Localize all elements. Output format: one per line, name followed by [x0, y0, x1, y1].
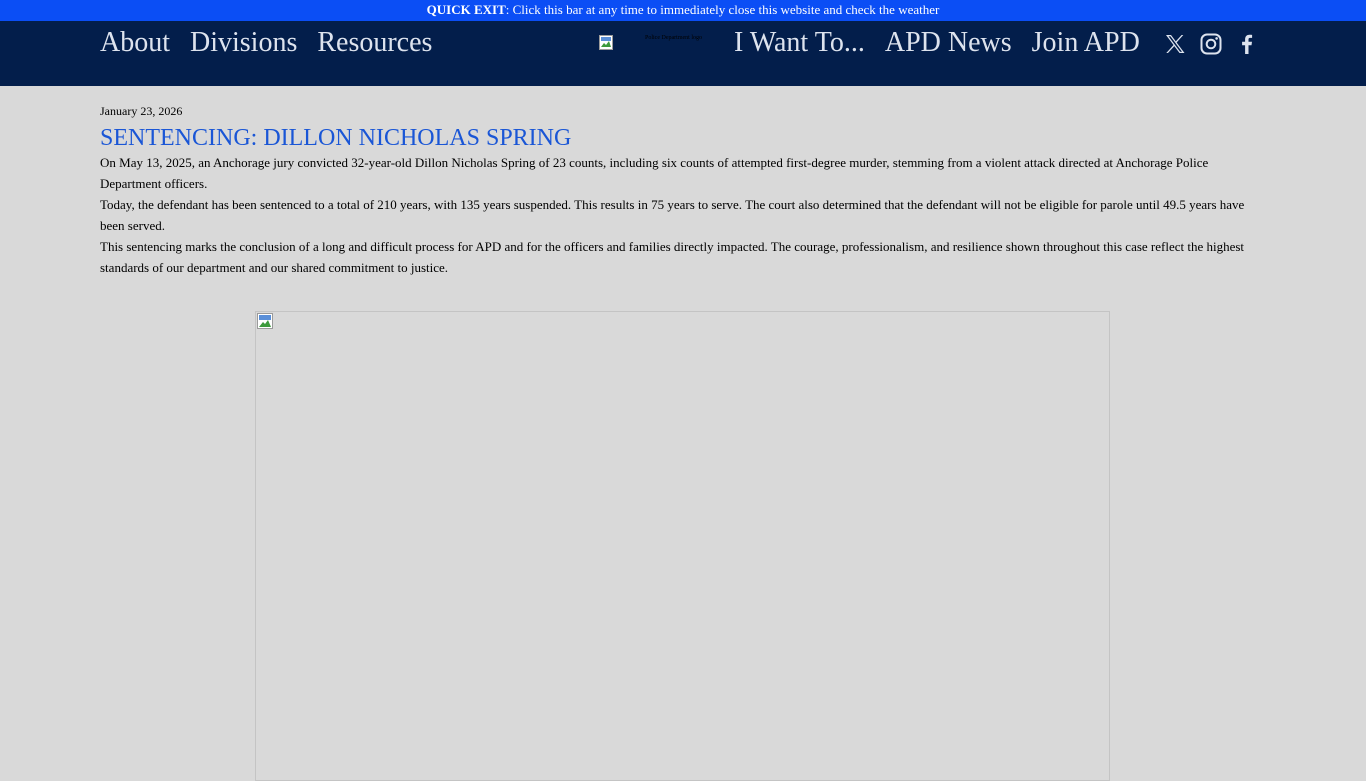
logo-alt-text: Police Department logo	[645, 35, 702, 41]
article-paragraph-2: Today, the defendant has been sentenced …	[100, 197, 1245, 233]
nav-link-apd-news[interactable]: APD News	[885, 26, 1012, 60]
quick-exit-label: QUICK EXIT	[426, 2, 506, 17]
article-title[interactable]: SENTENCING: DILLON NICHOLAS SPRING	[100, 124, 1250, 152]
quick-exit-text: : Click this bar at any time to immediat…	[505, 2, 940, 17]
article-image	[255, 311, 1110, 781]
broken-image-icon	[257, 313, 273, 329]
article-paragraph-3: This sentencing marks the conclusion of …	[100, 239, 1245, 275]
facebook-icon[interactable]	[1235, 32, 1259, 56]
quick-exit-bar[interactable]: QUICK EXIT: Click this bar at any time t…	[0, 0, 1366, 21]
instagram-icon[interactable]	[1199, 32, 1223, 56]
article-date: January 23, 2026	[100, 104, 183, 118]
nav-link-join-apd[interactable]: Join APD	[1032, 26, 1140, 60]
x-icon[interactable]	[1163, 32, 1187, 56]
main-navbar: About Divisions Resources Police Departm…	[0, 21, 1366, 86]
broken-image-icon	[599, 35, 613, 50]
nav-link-resources[interactable]: Resources	[317, 26, 432, 60]
nav-link-about[interactable]: About	[100, 26, 170, 60]
article-paragraph-1: On May 13, 2025, an Anchorage jury convi…	[100, 155, 1209, 191]
nav-left-group: About Divisions Resources	[100, 26, 452, 60]
article-body: On May 13, 2025, an Anchorage jury convi…	[100, 152, 1250, 278]
site-logo[interactable]: Police Department logo	[599, 35, 729, 53]
nav-link-i-want-to[interactable]: I Want To...	[734, 26, 865, 60]
nav-link-divisions[interactable]: Divisions	[190, 26, 297, 60]
article: January 23, 2026 SENTENCING: DILLON NICH…	[100, 103, 1250, 278]
nav-right-group: I Want To... APD News Join APD	[734, 26, 1160, 60]
